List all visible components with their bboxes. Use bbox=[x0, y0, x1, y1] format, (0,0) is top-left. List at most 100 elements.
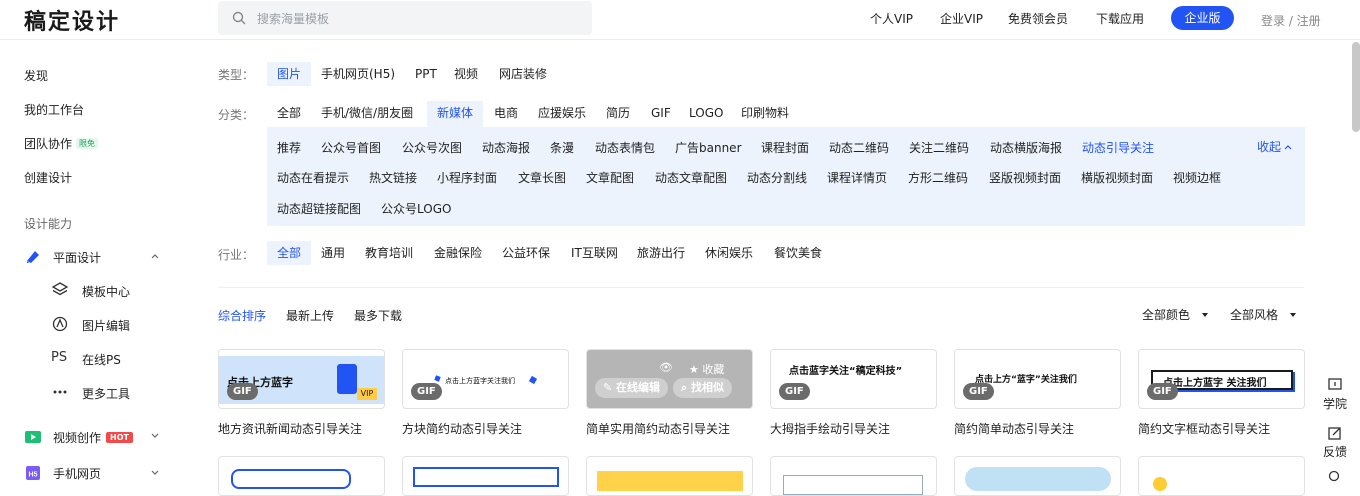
sidebar-item-discover[interactable]: 发现 bbox=[24, 67, 48, 84]
style-dropdown[interactable]: 全部风格 bbox=[1230, 306, 1297, 323]
subcat-item[interactable]: 热文链接 bbox=[369, 169, 417, 186]
nav-personal-vip[interactable]: 个人VIP bbox=[870, 10, 913, 27]
favorite-button[interactable]: ★ 收藏 bbox=[689, 361, 724, 377]
subcat-item[interactable]: 横版视频封面 bbox=[1081, 169, 1153, 186]
color-dropdown[interactable]: 全部颜色 bbox=[1142, 306, 1209, 323]
cat-ecommerce[interactable]: 电商 bbox=[484, 101, 528, 125]
template-card[interactable]: 点击上方蓝字 VIP GIF bbox=[218, 349, 385, 409]
industry-item[interactable]: 金融保险 bbox=[424, 241, 492, 265]
cat-all[interactable]: 全部 bbox=[267, 101, 311, 125]
subcat-item[interactable]: 动态海报 bbox=[482, 139, 530, 156]
card-title[interactable]: 大拇指手绘动引导关注 bbox=[770, 420, 890, 437]
academy-button[interactable]: 学院 bbox=[1317, 378, 1353, 412]
chevron-up-icon[interactable] bbox=[151, 252, 159, 260]
subcat-item[interactable]: 动态文章配图 bbox=[655, 169, 727, 186]
card-title[interactable]: 简约简单动态引导关注 bbox=[954, 420, 1074, 437]
card-title[interactable]: 简单实用简约动态引导关注 bbox=[586, 420, 730, 437]
template-card[interactable] bbox=[218, 456, 385, 496]
cat-logo[interactable]: LOGO bbox=[679, 101, 733, 125]
template-card-hovered[interactable]: 👁 ★ 收藏 ✎ 在线编辑 ⌕ 找相似 bbox=[586, 349, 753, 409]
subcat-item[interactable]: 公众号LOGO bbox=[381, 200, 451, 217]
subcat-item[interactable]: 动态二维码 bbox=[829, 139, 889, 156]
type-shop[interactable]: 网店装修 bbox=[489, 62, 557, 86]
chevron-down-icon[interactable] bbox=[151, 432, 159, 440]
subcat-item[interactable]: 课程详情页 bbox=[827, 169, 887, 186]
template-card[interactable] bbox=[954, 456, 1121, 496]
template-card[interactable]: 点击上方蓝字 关注我们 GIF bbox=[1138, 349, 1305, 409]
search-box[interactable]: 搜索海量模板 bbox=[218, 1, 592, 35]
subcat-item[interactable]: 条漫 bbox=[550, 139, 574, 156]
type-image[interactable]: 图片 bbox=[267, 62, 312, 86]
type-ppt[interactable]: PPT bbox=[405, 62, 447, 86]
chevron-down-icon[interactable] bbox=[151, 469, 159, 477]
cat-resume[interactable]: 简历 bbox=[596, 101, 640, 125]
industry-item[interactable]: 教育培训 bbox=[355, 241, 423, 265]
nav-free-member[interactable]: 免费领会员 bbox=[1008, 10, 1068, 27]
feedback-button[interactable]: 反馈 bbox=[1317, 426, 1353, 460]
sidebar-item-workspace[interactable]: 我的工作台 bbox=[24, 101, 84, 118]
subcat-item[interactable]: 方形二维码 bbox=[908, 169, 968, 186]
collapse-button[interactable]: 收起 bbox=[1257, 138, 1292, 155]
cat-gif[interactable]: GIF bbox=[641, 101, 681, 125]
type-video[interactable]: 视频 bbox=[444, 62, 488, 86]
sidebar-item-create[interactable]: 创建设计 bbox=[24, 169, 72, 186]
cat-entertainment[interactable]: 应援娱乐 bbox=[528, 101, 596, 125]
subcat-item[interactable]: 动态在看提示 bbox=[277, 169, 349, 186]
subcat-item[interactable]: 公众号次图 bbox=[402, 139, 462, 156]
subcat-item[interactable]: 竖版视频封面 bbox=[989, 169, 1061, 186]
sort-comprehensive[interactable]: 综合排序 bbox=[218, 307, 266, 324]
template-card[interactable]: 点击蓝字关注“稿定科技” GIF bbox=[770, 349, 937, 409]
sort-most-downloaded[interactable]: 最多下载 bbox=[354, 307, 402, 324]
template-card[interactable] bbox=[1138, 456, 1305, 496]
login-register-link[interactable]: 登录 / 注册 bbox=[1261, 12, 1321, 29]
industry-item[interactable]: 休闲娱乐 bbox=[695, 241, 763, 265]
cat-mobile[interactable]: 手机/微信/朋友圈 bbox=[311, 101, 423, 125]
subcat-item[interactable]: 公众号首图 bbox=[321, 139, 381, 156]
subcat-item[interactable]: 课程封面 bbox=[761, 139, 809, 156]
industry-item[interactable]: IT互联网 bbox=[561, 241, 628, 265]
subcat-item[interactable]: 动态表情包 bbox=[595, 139, 655, 156]
subcat-item[interactable]: 推荐 bbox=[277, 139, 301, 156]
nav-download-app[interactable]: 下载应用 bbox=[1096, 10, 1144, 27]
industry-all[interactable]: 全部 bbox=[267, 241, 312, 265]
subcat-item[interactable]: 小程序封面 bbox=[437, 169, 497, 186]
type-h5[interactable]: 手机网页(H5) bbox=[311, 62, 405, 86]
subcat-item[interactable]: 广告banner bbox=[675, 139, 742, 156]
online-edit-button[interactable]: ✎ 在线编辑 bbox=[595, 378, 669, 398]
template-card[interactable] bbox=[402, 456, 569, 496]
card-title[interactable]: 方块简约动态引导关注 bbox=[402, 420, 522, 437]
subcat-item[interactable]: 关注二维码 bbox=[909, 139, 969, 156]
sort-newest[interactable]: 最新上传 bbox=[286, 307, 334, 324]
search-input[interactable]: 搜索海量模板 bbox=[257, 10, 329, 27]
subcat-item[interactable]: 文章长图 bbox=[518, 169, 566, 186]
card-title[interactable]: 简约文字框动态引导关注 bbox=[1138, 420, 1270, 437]
enterprise-button[interactable]: 企业版 bbox=[1171, 6, 1234, 30]
sidebar-item-online-ps[interactable]: PS 在线PS bbox=[51, 349, 171, 369]
industry-item[interactable]: 旅游出行 bbox=[627, 241, 695, 265]
search-tool-button[interactable] bbox=[1317, 470, 1353, 487]
subcat-item[interactable]: 动态超链接配图 bbox=[277, 200, 361, 217]
nav-enterprise-vip[interactable]: 企业VIP bbox=[940, 10, 983, 27]
sidebar-item-template-center[interactable]: 模板中心 bbox=[51, 281, 171, 301]
sidebar-item-more-tools[interactable]: 更多工具 bbox=[51, 383, 171, 403]
subcat-item[interactable]: 视频边框 bbox=[1173, 169, 1221, 186]
find-similar-button[interactable]: ⌕ 找相似 bbox=[673, 378, 732, 398]
industry-item[interactable]: 通用 bbox=[311, 241, 355, 265]
template-card[interactable]: 点击上方蓝字关注我们 GIF bbox=[402, 349, 569, 409]
subcat-item[interactable]: 动态横版海报 bbox=[990, 139, 1062, 156]
sidebar-item-image-edit[interactable]: 图片编辑 bbox=[51, 315, 171, 335]
industry-item[interactable]: 公益环保 bbox=[492, 241, 560, 265]
subcat-item-active[interactable]: 动态引导关注 bbox=[1082, 139, 1154, 156]
card-title[interactable]: 地方资讯新闻动态引导关注 bbox=[218, 420, 362, 437]
logo[interactable]: 稿定设计 bbox=[24, 4, 120, 36]
industry-item[interactable]: 餐饮美食 bbox=[764, 241, 832, 265]
cat-new-media[interactable]: 新媒体 bbox=[427, 101, 484, 127]
eye-icon[interactable]: 👁 bbox=[659, 361, 673, 374]
scrollbar[interactable] bbox=[1352, 42, 1360, 132]
subcat-item[interactable]: 动态分割线 bbox=[747, 169, 807, 186]
template-card[interactable] bbox=[586, 456, 753, 496]
template-card[interactable]: 点击上方“蓝字”关注我们 GIF bbox=[954, 349, 1121, 409]
subcat-item[interactable]: 文章配图 bbox=[586, 169, 634, 186]
sidebar-item-team[interactable]: 团队协作 限免 bbox=[24, 135, 99, 152]
template-card[interactable] bbox=[770, 456, 937, 496]
